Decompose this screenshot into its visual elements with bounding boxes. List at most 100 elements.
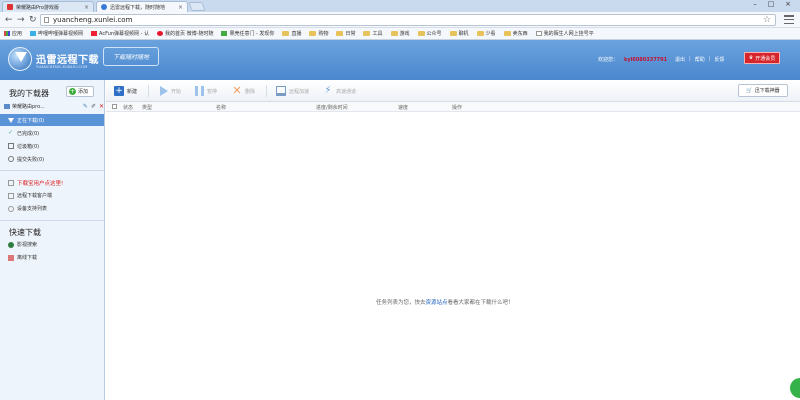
sidebar-item-failed[interactable]: 提交失败(0) xyxy=(0,153,104,165)
bookmark-folder-lesslook[interactable]: 少看 xyxy=(476,30,496,37)
folder-icon xyxy=(449,31,457,36)
forward-icon[interactable]: → xyxy=(17,15,25,25)
bookmark-folder-phone[interactable]: 聊机 xyxy=(449,30,469,37)
bookmark-folder-official[interactable]: 公众号 xyxy=(417,30,442,37)
column-name[interactable]: 名称 xyxy=(216,104,226,111)
device-row[interactable]: 荣耀路由pro... ✎ ✐ ✕ xyxy=(4,102,104,111)
empty-prefix: 任务列表为您，快去 xyxy=(376,300,426,306)
folder-icon xyxy=(476,31,484,36)
new-tab-button[interactable] xyxy=(188,2,206,11)
favicon-icon xyxy=(7,4,13,10)
apps-icon xyxy=(4,31,10,36)
back-icon[interactable]: ← xyxy=(5,15,13,25)
bookmark-folder-live[interactable]: 直播 xyxy=(282,30,301,37)
empty-suffix: 看看大家都在下载什么吧！ xyxy=(447,300,514,306)
maximize-icon[interactable]: □ xyxy=(764,0,778,10)
sidebar-title: 我的下载器 xyxy=(9,89,49,98)
bookmark-acfun[interactable]: AcFun弹幕视频网 - 认 xyxy=(91,30,149,37)
sidebar-item-label: 提交失败(0) xyxy=(17,156,45,163)
bookmark-weibo[interactable]: 我的首页 微博-随时随 xyxy=(157,30,213,37)
tab-close-icon[interactable]: × xyxy=(178,4,183,11)
button-label: 开始 xyxy=(171,88,182,95)
movie-search-link[interactable]: 影视搜索 xyxy=(8,241,37,248)
bookmark-label: AcFun弹幕视频网 - 认 xyxy=(99,31,150,37)
folder-icon xyxy=(309,31,317,36)
bookmark-label: 应用 xyxy=(12,31,23,37)
bookmark-bilibili[interactable]: 哔哩哔哩弹幕视频网 xyxy=(30,30,83,37)
window-close-icon[interactable]: × xyxy=(781,0,795,10)
document-icon xyxy=(8,192,14,199)
username[interactable]: kyl6080337791 xyxy=(624,57,667,63)
chrome-menu-icon[interactable] xyxy=(784,15,794,24)
browser-toolbar: ← → ↻ yuancheng.xunlei.com ☆ xyxy=(0,12,800,28)
bookmark-label: 少看 xyxy=(485,31,496,37)
reload-icon[interactable]: ↻ xyxy=(29,15,37,25)
offline-download-link[interactable]: 离线下载 xyxy=(8,254,37,261)
bookmark-label: 聊机 xyxy=(458,31,469,37)
select-all-checkbox[interactable] xyxy=(112,104,117,109)
bookmark-folder-games[interactable]: 游戏 xyxy=(390,30,410,37)
bookmark-guokr[interactable]: 果壳任意门 - 发现你 xyxy=(221,30,274,37)
page-icon xyxy=(44,17,49,23)
minimize-icon[interactable]: – xyxy=(748,0,762,10)
floating-badge-icon[interactable] xyxy=(790,378,800,398)
feedback-link[interactable]: 反馈 xyxy=(714,56,724,63)
bookmark-apps[interactable]: 应用 xyxy=(4,30,22,37)
remote-accelerate-button[interactable]: 远程加速 xyxy=(276,85,309,97)
new-task-button[interactable]: + 新建 xyxy=(114,85,137,97)
device-name: 荣耀路由pro... xyxy=(12,104,45,110)
column-speed[interactable]: 速度 xyxy=(398,104,408,111)
url-text: yuancheng.xunlei.com xyxy=(53,16,133,24)
remove-icon[interactable]: ✕ xyxy=(99,103,104,110)
logout-link[interactable]: 退出 xyxy=(675,56,685,63)
logo-arrow-icon xyxy=(15,52,27,62)
button-label: 远程加速 xyxy=(289,88,310,95)
column-type[interactable]: 类型 xyxy=(142,104,152,111)
tab-xunlei-remote[interactable]: 迅雷远程下载，随时随地 × xyxy=(96,1,188,12)
start-button[interactable]: 开始 xyxy=(160,85,181,97)
bookmark-folder-daily[interactable]: 日常 xyxy=(336,30,355,37)
bookmark-folder-shopping[interactable]: 购物 xyxy=(309,30,328,37)
high-speed-button[interactable]: ⚡ 高速通道 xyxy=(323,85,356,97)
wrench-icon[interactable]: ✎ xyxy=(83,103,88,110)
tab-honor-router[interactable]: 荣耀路由Pro游戏版 × xyxy=(2,1,94,12)
download-bao-link[interactable]: 下载宝用户点这里! xyxy=(8,179,63,187)
sidebar-divider xyxy=(0,170,104,171)
lightning-icon: ⚡ xyxy=(324,85,332,96)
acfun-icon xyxy=(91,31,98,36)
sidebar-item-downloading[interactable]: 正在下载(0) xyxy=(0,114,104,126)
header-links: 退出 | 帮助 | 反馈 xyxy=(675,56,728,63)
globe-icon xyxy=(8,241,14,248)
sidebar-item-trash[interactable]: 垃圾箱(0) xyxy=(0,140,104,152)
bookmark-folder-tools[interactable]: 工具 xyxy=(363,30,383,37)
column-progress[interactable]: 进度/剩余时间 xyxy=(316,104,348,111)
empty-state-message: 任务列表为您，快去资源站点看看大家都在下载什么吧！ xyxy=(376,298,514,306)
bookmark-star-icon[interactable]: ☆ xyxy=(763,15,771,25)
delete-button[interactable]: ✕ 删除 xyxy=(232,85,255,97)
device-list-link[interactable]: 设备支持列表 xyxy=(8,205,47,212)
open-vip-button[interactable]: ♛ 开通会员 xyxy=(744,52,780,64)
folder-icon xyxy=(390,31,398,36)
client-link[interactable]: 远程下载客户端 xyxy=(8,192,52,199)
gear-icon xyxy=(8,205,14,212)
resource-site-link[interactable]: 资源站点 xyxy=(426,300,448,306)
bookmark-label: 游戏 xyxy=(399,31,410,37)
bookmark-folder-sell[interactable]: 卖东西 xyxy=(503,30,528,37)
link-label: 离线下载 xyxy=(17,255,38,261)
column-actions[interactable]: 操作 xyxy=(452,104,462,111)
guokr-icon xyxy=(221,31,228,36)
help-link[interactable]: 帮助 xyxy=(695,56,705,63)
add-downloader-button[interactable]: + 添加 xyxy=(66,86,94,97)
tab-close-icon[interactable]: × xyxy=(84,4,89,11)
address-bar[interactable]: yuancheng.xunlei.com ☆ xyxy=(40,14,776,26)
edit-icon[interactable]: ✐ xyxy=(91,103,96,110)
folder-icon xyxy=(363,31,371,36)
download-tool-button[interactable]: 🛒 迅下载神器 xyxy=(738,84,788,97)
button-label: 删除 xyxy=(245,88,256,95)
bookmark-hospital[interactable]: 我的陌生人网上挂号平 xyxy=(535,30,594,37)
task-table-header: 状态 类型 名称 进度/剩余时间 速度 操作 xyxy=(106,102,800,112)
sidebar-item-completed[interactable]: ✓ 已完成(0) xyxy=(0,127,104,139)
column-status[interactable]: 状态 xyxy=(123,104,133,111)
pause-button[interactable]: 暂停 xyxy=(195,85,217,97)
toolbar-separator xyxy=(266,85,267,97)
